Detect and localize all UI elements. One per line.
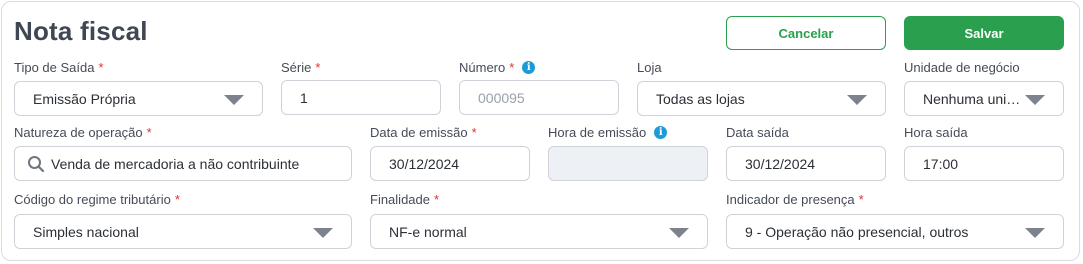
data-saida-label: Data saída — [726, 125, 789, 140]
unidade-negocio-select[interactable]: Nenhuma uni… — [904, 81, 1064, 116]
tipo-saida-select[interactable]: Emissão Própria — [14, 81, 263, 116]
info-icon[interactable]: i — [522, 61, 536, 74]
finalidade-label-text: Finalidade — [370, 192, 430, 207]
natureza-operacao-value: Venda de mercadoria a não contribuinte — [51, 155, 300, 172]
chevron-down-icon — [1025, 94, 1045, 105]
hora-emissao-label-text: Hora de emissão — [548, 125, 647, 140]
data-emissao-label-text: Data de emissão — [370, 125, 468, 140]
regime-tributario-select[interactable]: Simples nacional — [14, 214, 352, 249]
chevron-down-icon — [1025, 227, 1045, 238]
unidade-negocio-label: Unidade de negócio — [904, 60, 1020, 75]
data-saida-value: 30/12/2024 — [745, 155, 816, 172]
cancel-button[interactable]: Cancelar — [726, 16, 886, 50]
data-saida-input[interactable]: 30/12/2024 — [726, 146, 886, 181]
chevron-down-icon — [847, 94, 867, 105]
unidade-negocio-label-text: Unidade de negócio — [904, 60, 1020, 75]
finalidade-value: NF-e normal — [389, 223, 467, 240]
required-marker: * — [858, 192, 864, 207]
save-button[interactable]: Salvar — [904, 16, 1064, 50]
required-marker: * — [98, 60, 104, 75]
serie-input[interactable]: 1 — [281, 80, 441, 115]
data-saida-label-text: Data saída — [726, 125, 789, 140]
numero-placeholder: 000095 — [478, 89, 525, 106]
required-marker: * — [471, 125, 477, 140]
indicador-presenca-select[interactable]: 9 - Operação não presencial, outros — [726, 214, 1064, 249]
serie-label-text: Série — [281, 60, 312, 75]
page-title: Nota fiscal — [14, 16, 148, 46]
indicador-presenca-value: 9 - Operação não presencial, outros — [745, 223, 969, 240]
numero-label: Número * i — [459, 60, 536, 75]
hora-saida-value: 17:00 — [923, 155, 959, 172]
data-emissao-label: Data de emissão * — [370, 125, 477, 140]
indicador-presenca-label-text: Indicador de presença — [726, 192, 855, 207]
natureza-operacao-label-text: Natureza de operação — [14, 125, 143, 140]
chevron-down-icon — [224, 94, 244, 105]
natureza-operacao-search[interactable]: Venda de mercadoria a não contribuinte — [14, 146, 352, 181]
hora-saida-input[interactable]: 17:00 — [904, 146, 1064, 181]
tipo-saida-value: Emissão Própria — [33, 90, 136, 107]
chevron-down-icon — [313, 227, 333, 238]
serie-value: 1 — [300, 89, 308, 106]
data-emissao-input[interactable]: 30/12/2024 — [370, 146, 530, 181]
loja-label: Loja — [637, 60, 662, 75]
required-marker: * — [434, 192, 440, 207]
search-icon — [28, 155, 45, 172]
loja-select[interactable]: Todas as lojas — [637, 81, 886, 116]
finalidade-select[interactable]: NF-e normal — [370, 214, 708, 249]
unidade-negocio-value: Nenhuma uni… — [923, 90, 1021, 107]
data-emissao-value: 30/12/2024 — [389, 155, 460, 172]
hora-saida-label-text: Hora saída — [904, 125, 968, 140]
natureza-operacao-label: Natureza de operação * — [14, 125, 152, 140]
hora-emissao-label: Hora de emissão i — [548, 125, 668, 140]
serie-label: Série * — [281, 60, 320, 75]
hora-emissao-input — [548, 146, 708, 181]
info-icon[interactable]: i — [654, 126, 668, 139]
required-marker: * — [509, 60, 515, 75]
chevron-down-icon — [669, 227, 689, 238]
hora-saida-label: Hora saída — [904, 125, 968, 140]
required-marker: * — [174, 192, 180, 207]
required-marker: * — [146, 125, 152, 140]
required-marker: * — [315, 60, 321, 75]
numero-label-text: Número — [459, 60, 506, 75]
regime-tributario-label: Código do regime tributário * — [14, 192, 180, 207]
finalidade-label: Finalidade * — [370, 192, 439, 207]
indicador-presenca-label: Indicador de presença * — [726, 192, 864, 207]
loja-label-text: Loja — [637, 60, 662, 75]
tipo-saida-label: Tipo de Saída * — [14, 60, 104, 75]
regime-tributario-value: Simples nacional — [33, 223, 139, 240]
loja-value: Todas as lojas — [656, 90, 745, 107]
numero-input[interactable]: 000095 — [459, 80, 619, 115]
tipo-saida-label-text: Tipo de Saída — [14, 60, 95, 75]
regime-tributario-label-text: Código do regime tributário — [14, 192, 171, 207]
